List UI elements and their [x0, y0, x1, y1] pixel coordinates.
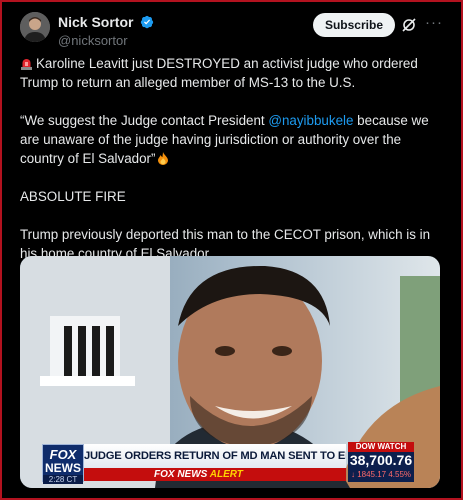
more-options-icon[interactable]: ··· — [425, 14, 443, 31]
dow-label: DOW WATCH — [348, 442, 414, 452]
author-display-name[interactable]: Nick Sortor — [58, 14, 133, 30]
tweet-card: Nick Sortor @nicksortor Subscribe ··· Ka… — [0, 0, 463, 500]
grok-icon[interactable] — [401, 17, 417, 33]
subscribe-button[interactable]: Subscribe — [312, 13, 395, 37]
logo-news-text: NEWS — [45, 461, 81, 475]
author-names: Nick Sortor @nicksortor — [58, 13, 154, 48]
chyron-headline: JUDGE ORDERS RETURN OF MD MAN SENT TO EL… — [84, 444, 346, 468]
verified-badge-icon[interactable] — [140, 15, 154, 29]
news-chyron: FOX NEWS 2:28 CT JUDGE ORDERS RETURN OF … — [20, 442, 440, 488]
fire-emoji-icon — [157, 151, 169, 165]
tweet-paragraph-3: ABSOLUTE FIRE — [20, 189, 126, 204]
dow-change: ↓ 1845.17 4.55% — [350, 470, 412, 479]
alert-prefix: FOX NEWS — [154, 469, 208, 480]
dow-value: 38,700.76 — [349, 452, 413, 468]
logo-fox-text: FOX — [49, 447, 77, 462]
fox-news-logo: FOX NEWS 2:28 CT — [42, 444, 84, 484]
fox-news-alert-bar: FOX NEWS ALERT — [84, 468, 346, 481]
alert-word: ALERT — [209, 469, 243, 480]
mention-link[interactable]: @nayibbukele — [268, 113, 353, 128]
siren-emoji-icon — [20, 56, 33, 70]
avatar[interactable] — [20, 12, 50, 42]
author-handle[interactable]: @nicksortor — [58, 33, 154, 48]
tweet-media-image[interactable]: FOX NEWS 2:28 CT JUDGE ORDERS RETURN OF … — [20, 256, 440, 488]
tweet-line-1: Karoline Leavitt just DESTROYED an activ… — [20, 56, 418, 90]
broadcast-clock: 2:28 CT — [43, 475, 83, 484]
tweet-text: Karoline Leavitt just DESTROYED an activ… — [20, 54, 446, 263]
tweet-paragraph-1: Karoline Leavitt just DESTROYED an activ… — [20, 54, 446, 92]
tweet-quote-start: “We suggest the Judge contact President — [20, 113, 269, 128]
dow-watch-ticker: DOW WATCH 38,700.76 ↓ 1845.17 4.55% — [348, 442, 414, 482]
tweet-paragraph-2: “We suggest the Judge contact President … — [20, 111, 446, 168]
tweet-header: Nick Sortor @nicksortor Subscribe ··· — [20, 12, 447, 48]
